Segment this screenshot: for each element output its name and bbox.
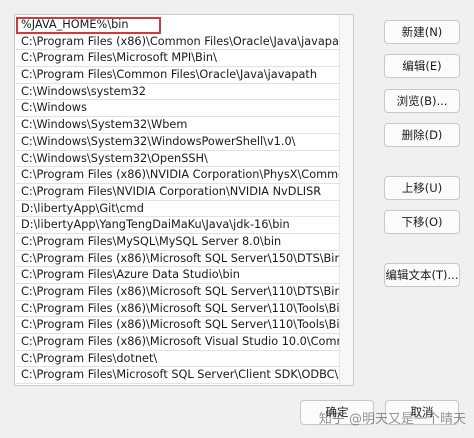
delete-button[interactable]: 删除(D): [384, 123, 460, 147]
path-entry[interactable]: C:\Program Files\dotnet\: [16, 351, 339, 368]
path-entry[interactable]: C:\Program Files (x86)\Microsoft SQL Ser…: [16, 251, 339, 268]
path-entry[interactable]: C:\Program Files\Azure Data Studio\bin: [16, 267, 339, 284]
path-entry[interactable]: C:\Program Files\MySQL\MySQL Server 8.0\…: [16, 234, 339, 251]
path-entry[interactable]: D:\libertyApp\YangTengDaiMaKu\Java\jdk-1…: [16, 217, 339, 234]
edit-environment-variable-dialog: %JAVA_HOME%\bin C:\Program Files (x86)\C…: [0, 0, 474, 438]
path-entry[interactable]: C:\Program Files\Microsoft SQL Server\Cl…: [16, 367, 339, 385]
path-entry[interactable]: C:\Program Files (x86)\Common Files\Orac…: [16, 34, 339, 51]
vertical-scrollbar[interactable]: [339, 15, 353, 385]
path-entry[interactable]: C:\Windows\System32\OpenSSH\: [16, 151, 339, 168]
browse-button[interactable]: 浏览(B)...: [384, 89, 460, 113]
path-entry[interactable]: C:\Windows\System32\Wbem: [16, 117, 339, 134]
path-rows: %JAVA_HOME%\bin C:\Program Files (x86)\C…: [16, 17, 339, 385]
path-entry[interactable]: C:\Program Files\Common Files\Oracle\Jav…: [16, 67, 339, 84]
path-entry[interactable]: C:\Program Files (x86)\Microsoft Visual …: [16, 334, 339, 351]
move-up-button[interactable]: 上移(U): [384, 176, 460, 200]
path-entry[interactable]: C:\Windows: [16, 100, 339, 118]
path-entry[interactable]: C:\Windows\System32\WindowsPowerShell\v1…: [16, 134, 339, 151]
path-entry[interactable]: D:\libertyApp\Git\cmd: [16, 201, 339, 218]
path-entries-list[interactable]: %JAVA_HOME%\bin C:\Program Files (x86)\C…: [14, 14, 354, 386]
path-entry-selected[interactable]: %JAVA_HOME%\bin: [16, 17, 161, 34]
path-entry[interactable]: C:\Program Files (x86)\Microsoft SQL Ser…: [16, 317, 339, 335]
path-entry[interactable]: C:\Windows\system32: [16, 84, 339, 101]
path-entry[interactable]: C:\Program Files\Microsoft MPI\Bin\: [16, 50, 339, 68]
path-entry[interactable]: C:\Program Files (x86)\NVIDIA Corporatio…: [16, 167, 339, 184]
edit-button[interactable]: 编辑(E): [384, 54, 460, 78]
path-entry[interactable]: C:\Program Files (x86)\Microsoft SQL Ser…: [16, 301, 339, 318]
edit-text-button[interactable]: 编辑文本(T)...: [384, 263, 460, 287]
new-button[interactable]: 新建(N): [384, 20, 460, 44]
watermark-text: 知乎 @明天又是一个晴天: [318, 412, 466, 427]
path-entry[interactable]: C:\Program Files (x86)\Microsoft SQL Ser…: [16, 284, 339, 301]
move-down-button[interactable]: 下移(O): [384, 210, 460, 234]
path-entry[interactable]: C:\Program Files\NVIDIA Corporation\NVID…: [16, 184, 339, 201]
